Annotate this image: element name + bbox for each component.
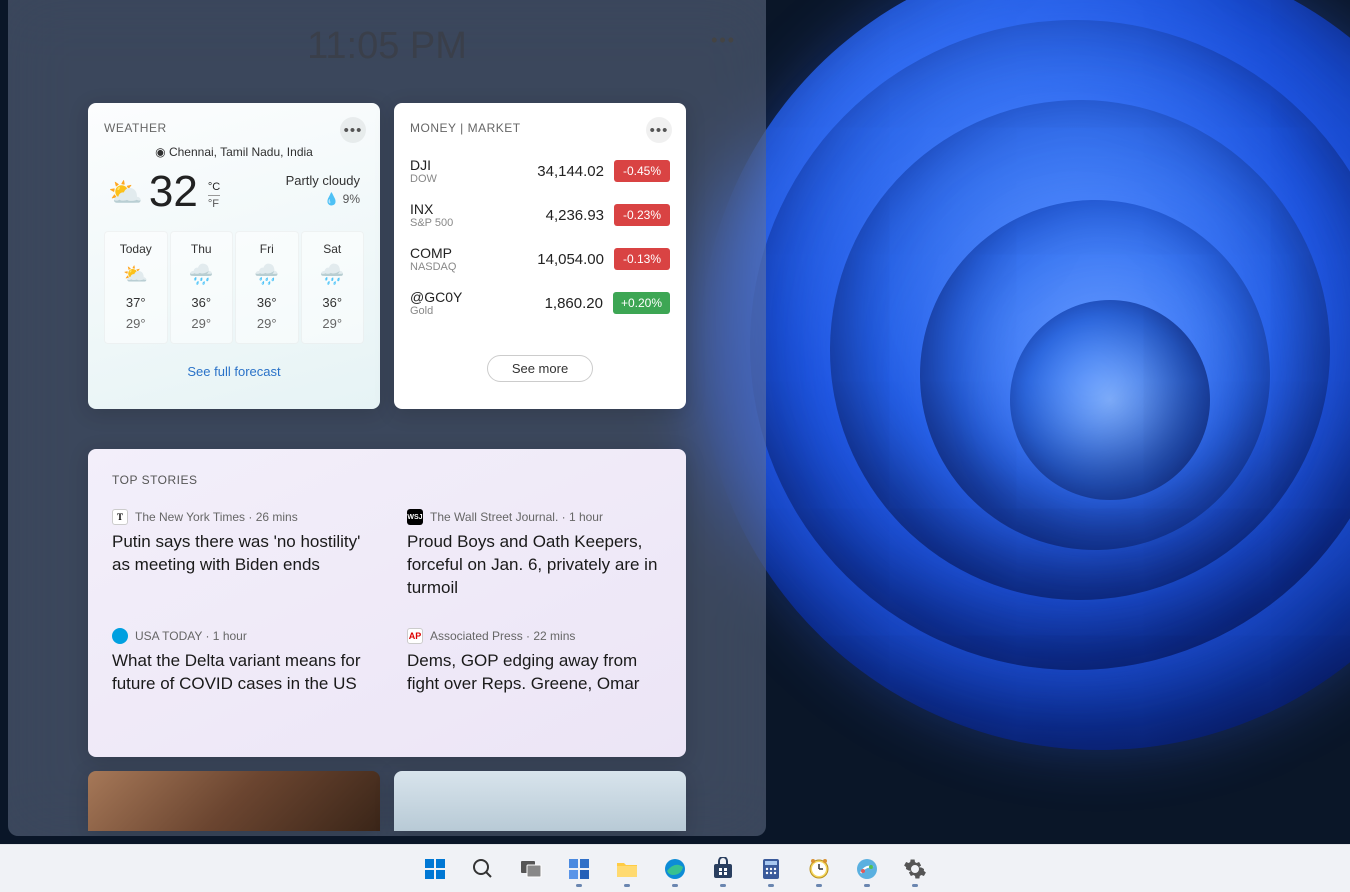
weather-humidity: 💧 9% — [286, 192, 360, 206]
weather-condition: Partly cloudy — [286, 173, 360, 188]
weather-current-temp: 32 — [149, 167, 198, 217]
see-full-forecast-link[interactable]: See full forecast — [104, 364, 364, 379]
forecast-day[interactable]: Today ⛅ 37° 29° — [104, 231, 168, 344]
forecast-day[interactable]: Thu 🌧️ 36° 29° — [170, 231, 234, 344]
widgets-panel: ••• 11:05 PM WEATHER ••• ◉ Chennai, Tami… — [8, 0, 766, 836]
top-stories-widget: TOP STORIES T The New York Times · 26 mi… — [88, 449, 686, 757]
pct-badge: -0.23% — [614, 204, 670, 226]
story-item[interactable]: AP Associated Press · 22 mins Dems, GOP … — [407, 628, 662, 696]
market-row[interactable]: @GC0YGold 1,860.20+0.20% — [410, 281, 670, 325]
clock-button[interactable] — [799, 849, 839, 889]
forecast-day[interactable]: Fri 🌧️ 36° 29° — [235, 231, 299, 344]
task-view-button[interactable] — [511, 849, 551, 889]
market-row[interactable]: INXS&P 500 4,236.93-0.23% — [410, 193, 670, 237]
publisher-icon: AP — [407, 628, 423, 644]
edge-button[interactable] — [655, 849, 695, 889]
calculator-button[interactable] — [751, 849, 791, 889]
weather-unit-toggle[interactable]: °C °F — [208, 181, 220, 210]
weather-current-icon: ⛅ — [108, 176, 143, 209]
market-see-more-button[interactable]: See more — [487, 355, 593, 382]
weather-icon: 🌧️ — [175, 262, 229, 287]
market-row[interactable]: COMPNASDAQ 14,054.00-0.13% — [410, 237, 670, 281]
news-image-card[interactable] — [88, 771, 380, 831]
settings-button[interactable] — [895, 849, 935, 889]
store-button[interactable] — [703, 849, 743, 889]
weather-icon: 🌧️ — [306, 262, 360, 287]
weather-icon: 🌧️ — [240, 262, 294, 287]
market-more-icon[interactable]: ••• — [646, 117, 672, 143]
forecast-day[interactable]: Sat 🌧️ 36° 29° — [301, 231, 365, 344]
search-button[interactable] — [463, 849, 503, 889]
top-stories-title: TOP STORIES — [112, 473, 662, 487]
publisher-icon — [112, 628, 128, 644]
pct-badge: -0.45% — [614, 160, 670, 182]
snipping-tool-button[interactable] — [847, 849, 887, 889]
news-image-card[interactable] — [394, 771, 686, 831]
widgets-button[interactable] — [559, 849, 599, 889]
story-item[interactable]: T The New York Times · 26 mins Putin say… — [112, 509, 367, 600]
weather-title: WEATHER — [104, 121, 364, 135]
publisher-icon: WSJ — [407, 509, 423, 525]
pct-badge: +0.20% — [613, 292, 670, 314]
weather-location: ◉ Chennai, Tamil Nadu, India — [104, 145, 364, 159]
market-widget[interactable]: MONEY | MARKET ••• DJIDOW 34,144.02-0.45… — [394, 103, 686, 409]
weather-icon: ⛅ — [109, 262, 163, 287]
weather-widget[interactable]: WEATHER ••• ◉ Chennai, Tamil Nadu, India… — [88, 103, 380, 409]
weather-more-icon[interactable]: ••• — [340, 117, 366, 143]
publisher-icon: T — [112, 509, 128, 525]
pct-badge: -0.13% — [614, 248, 670, 270]
story-item[interactable]: WSJ The Wall Street Journal. · 1 hour Pr… — [407, 509, 662, 600]
start-button[interactable] — [415, 849, 455, 889]
widgets-clock: 11:05 PM — [8, 25, 766, 68]
file-explorer-button[interactable] — [607, 849, 647, 889]
market-title: MONEY | MARKET — [410, 121, 670, 135]
taskbar — [0, 844, 1350, 892]
market-row[interactable]: DJIDOW 34,144.02-0.45% — [410, 149, 670, 193]
panel-menu-icon[interactable]: ••• — [711, 30, 736, 51]
story-item[interactable]: USA TODAY · 1 hour What the Delta varian… — [112, 628, 367, 696]
